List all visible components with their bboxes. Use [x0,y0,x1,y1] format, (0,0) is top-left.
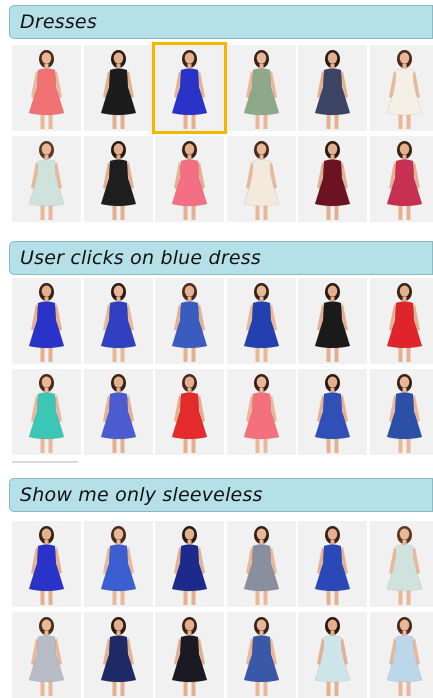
product-row [12,521,433,607]
model-figure [386,283,423,362]
product-tile-blue-a-line-dress[interactable] [298,521,367,607]
model-figure [386,526,423,605]
model-figure [314,50,351,129]
product-tile-floral-red-dress[interactable] [370,136,433,222]
product-tile-mint-blouson-dress[interactable] [12,136,81,222]
product-tile-pink-skater-dress[interactable] [227,369,296,455]
product-tile-red-sleeveless-dress[interactable] [370,278,433,364]
model-figure [243,374,280,453]
model-figure [386,50,423,129]
model-figure [171,526,208,605]
model-figure [28,283,65,362]
model-figure [314,617,351,696]
product-tile-maroon-dress[interactable] [298,136,367,222]
model-figure [386,374,423,453]
product-tile-mint-blouson-dress[interactable] [370,521,433,607]
model-figure [28,526,65,605]
section-banner-user-clicks: User clicks on blue dress [9,241,433,275]
product-row [12,278,433,364]
model-figure [243,141,280,220]
product-tile-blue-skater-dress[interactable] [84,521,153,607]
model-figure [243,283,280,362]
product-tile-blue-sleeveless-dress[interactable] [12,278,81,364]
model-figure [243,50,280,129]
product-tile-red-shift-dress[interactable] [155,369,224,455]
product-tile-light-blue-lace-dress[interactable] [370,612,433,698]
section-banner-dresses: Dresses [9,5,433,39]
model-figure [171,617,208,696]
model-figure [386,141,423,220]
product-tile-pink-sleeveless-dress[interactable] [155,136,224,222]
model-figure [314,374,351,453]
product-row [12,136,433,222]
product-row [12,612,433,698]
product-tile-blue-printed-dress[interactable] [370,369,433,455]
product-tile-mint-dress[interactable] [298,612,367,698]
model-figure [314,141,351,220]
product-tile-blue-sleeveless-dress[interactable] [12,521,81,607]
section-title: Show me only sleeveless [20,484,263,506]
product-tile-blue-cap-sleeve-dress[interactable] [84,278,153,364]
product-tile-blue-print-dress[interactable] [227,612,296,698]
model-figure [314,283,351,362]
model-figure [100,50,137,129]
product-tile-black-sheer-yoke-dress[interactable] [298,278,367,364]
model-figure [243,617,280,696]
product-tile-grey-blouson-dress[interactable] [12,612,81,698]
section-title: User clicks on blue dress [20,247,261,269]
model-figure [100,283,137,362]
product-tile-blue-wrap-dress[interactable] [84,369,153,455]
product-tile-cream-sleeved-dress[interactable] [227,136,296,222]
selected-product-highlight [152,42,227,134]
product-tile-white-sleeveless-dress[interactable] [370,45,433,131]
product-tile-navy-blue-panel-dress[interactable] [155,521,224,607]
model-figure [100,374,137,453]
product-tile-blue-a-line-dress[interactable] [227,278,296,364]
product-tile-teal-sleeveless-dress[interactable] [12,369,81,455]
model-figure [100,141,137,220]
model-figure [314,526,351,605]
divider [12,461,78,463]
section-title: Dresses [20,11,97,33]
model-figure [28,374,65,453]
model-figure [386,617,423,696]
model-figure [171,374,208,453]
model-figure [100,526,137,605]
product-tile-navy-dress[interactable] [84,612,153,698]
section-banner-sleeveless: Show me only sleeveless [9,478,433,512]
model-figure [28,617,65,696]
product-tile-black-sleeveless-dress[interactable] [84,45,153,131]
product-tile-blue-layered-dress[interactable] [298,369,367,455]
product-tile-printed-navy-dress[interactable] [298,45,367,131]
model-figure [28,141,65,220]
product-tile-black-open-back-dress[interactable] [155,612,224,698]
product-tile-floral-print-dress[interactable] [227,45,296,131]
model-figure [100,617,137,696]
product-tile-grey-striped-maxi-dress[interactable] [227,521,296,607]
model-figure [243,526,280,605]
product-row [12,369,433,455]
model-figure [171,141,208,220]
model-figure [28,50,65,129]
product-tile-black-lace-dress[interactable] [84,136,153,222]
product-tile-blue-layered-dress[interactable] [155,278,224,364]
model-figure [171,283,208,362]
product-tile-coral-sleeveless-dress[interactable] [12,45,81,131]
